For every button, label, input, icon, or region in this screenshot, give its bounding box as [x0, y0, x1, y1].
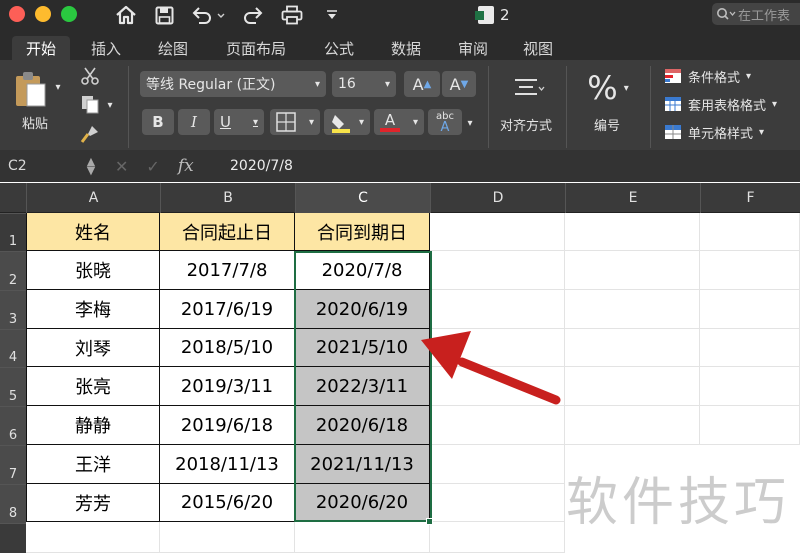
watermark: 软件技巧: [566, 473, 791, 533]
excel-window: 2 在工作表 开始 插入 绘图 页面布局 公式 数据 审阅 视图 ▾ 粘贴 ▾: [0, 0, 800, 553]
arrow-shaft: [457, 357, 561, 405]
arrow-head: [421, 331, 471, 379]
